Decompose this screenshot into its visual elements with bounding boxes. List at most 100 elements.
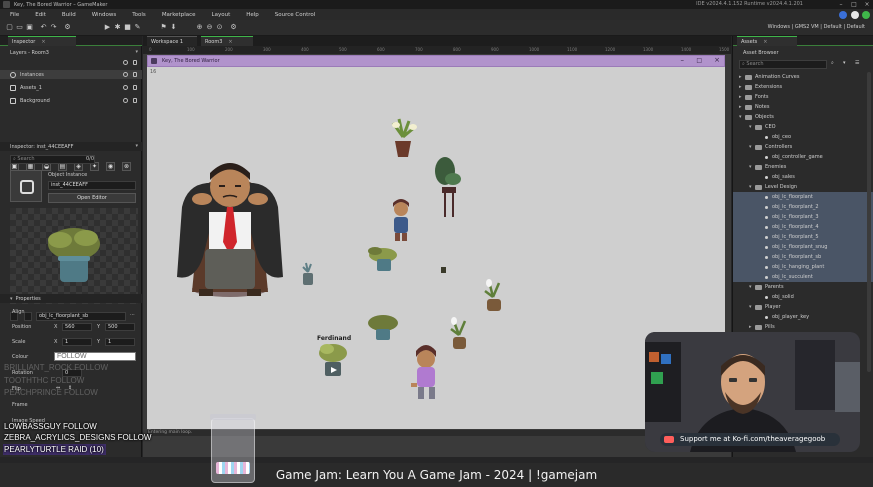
account-icon[interactable] [839,11,847,19]
notifications-icon[interactable] [851,11,859,19]
asset-object[interactable]: obj_lc_succulent [733,272,873,282]
sprite-name-field[interactable]: obj_lc_floorplant_sb [36,312,126,321]
position-y-input[interactable]: 500 [105,323,135,331]
create-exe-icon[interactable]: ⬇ [170,24,177,31]
run-icon[interactable]: ▶ [104,24,111,31]
filter-icon[interactable]: ⌕ [831,60,834,66]
open-project-icon[interactable]: ▭ [16,24,23,31]
tab-inspector[interactable]: Inspector × [8,36,76,46]
close-icon[interactable]: × [861,0,873,9]
asset-folder[interactable]: ▸ Fonts [733,92,873,102]
menu-icon[interactable]: ☰ [855,60,859,66]
lock-icon[interactable] [133,72,137,77]
build-icon[interactable]: ⚑ [160,24,167,31]
inspector-search-input[interactable]: ⌕ Search [10,155,95,164]
lock-icon[interactable] [133,59,137,65]
preferences-icon[interactable]: ⚙ [64,24,71,31]
eye-icon[interactable] [123,85,128,90]
menu-item-marketplace[interactable]: Marketplace [162,12,196,18]
menu-item-source-control[interactable]: Source Control [275,12,316,18]
menu-item-build[interactable]: Build [62,12,76,18]
asset-object[interactable]: obj_lc_hanging_plant [733,262,873,272]
zoom-reset-icon[interactable]: ⊙ [216,24,223,31]
close-tab-icon[interactable]: × [41,39,45,45]
asset-folder[interactable]: ▾ Player [733,302,873,312]
position-x-input[interactable]: 560 [62,323,92,331]
layer-row[interactable]: Background [0,96,142,105]
save-icon[interactable]: ▣ [26,24,33,31]
chevron-down-icon[interactable]: ▾ [135,49,138,55]
menu-item-layout[interactable]: Layout [212,12,231,18]
asset-folder[interactable]: ▸ Pills [733,322,873,332]
lock-icon[interactable] [133,85,137,90]
zoom-out-icon[interactable]: ⊖ [206,24,213,31]
asset-folder[interactable]: ▾ Controllers [733,142,873,152]
asset-object[interactable]: obj_controller_game [733,152,873,162]
properties-header[interactable]: ▾ Properties [0,294,142,303]
layer-row[interactable]: Assets_1 [0,83,142,92]
game-close-icon[interactable]: × [714,56,720,64]
debug-icon[interactable]: ✱ [114,24,121,31]
maximize-icon[interactable]: □ [848,0,860,9]
tab-room3[interactable]: Room3 × [201,36,253,46]
sprite-link-icon[interactable] [24,312,32,321]
asset-object[interactable]: obj_lc_floorplant_4 [733,222,873,232]
layer-row[interactable]: Instances [0,70,142,79]
scale-y-input[interactable]: 1 [105,338,135,346]
filter-tool-icon[interactable]: ◉ [106,162,115,171]
zoom-in-icon[interactable]: ⊕ [196,24,203,31]
asset-folder[interactable]: ▾ Objects [733,112,873,122]
asset-object[interactable]: obj_sales [733,172,873,182]
scale-x-input[interactable]: 1 [62,338,92,346]
undo-icon[interactable]: ↶ [40,24,47,31]
open-editor-button[interactable]: Open Editor [48,193,136,203]
menu-item-windows[interactable]: Windows [92,12,117,18]
game-window-titlebar[interactable]: Key, The Bored Warrior – □ × [147,55,725,67]
instance-name-field[interactable]: inst_44CEEAFF [48,181,136,190]
game-maximize-icon[interactable]: □ [696,57,702,64]
eye-icon[interactable] [123,98,128,103]
chevron-down-icon[interactable]: ▾ [135,143,138,149]
sort-icon[interactable]: ▾ [843,60,846,66]
clean-icon[interactable]: ✎ [134,24,141,31]
asset-object[interactable]: obj_lc_floorplant [733,192,873,202]
delete-layer-icon[interactable]: ⊗ [122,162,131,171]
vertical-scrollbar[interactable] [867,72,871,372]
asset-object[interactable]: obj_lc_floorplant_sb [733,252,873,262]
close-tab-icon[interactable]: × [763,39,767,45]
minimize-icon[interactable]: – [835,0,847,9]
menu-item-edit[interactable]: Edit [35,12,46,18]
game-minimize-icon[interactable]: – [681,56,685,64]
new-project-icon[interactable]: ▢ [6,24,13,31]
asset-folder[interactable]: ▸ Animation Curves [733,72,873,82]
menu-item-help[interactable]: Help [246,12,259,18]
asset-search-input[interactable]: ⌕ Search [739,60,827,69]
asset-object[interactable]: obj_ceo [733,132,873,142]
asset-folder[interactable]: ▾ Enemies [733,162,873,172]
tab-assets[interactable]: Assets × [737,36,797,46]
asset-object[interactable]: obj_lc_floorplant_5 [733,232,873,242]
asset-object[interactable]: obj_player_key [733,312,873,322]
asset-object[interactable]: obj_lc_floorplant_3 [733,212,873,222]
menu-item-file[interactable]: File [10,12,19,18]
target-selector[interactable]: Windows | GMS2 VM | Default | Default [768,24,865,30]
asset-object[interactable]: obj_lc_floorplant_snug [733,242,873,252]
asset-folder[interactable]: ▾ Level Design [733,182,873,192]
asset-folder[interactable]: ▾ Parents [733,282,873,292]
tab-workspace[interactable]: Workspace 1 [147,36,197,46]
asset-folder[interactable]: ▸ Extensions [733,82,873,92]
colour-swatch[interactable]: FOLLOW [54,352,136,361]
game-canvas[interactable]: 16 Ferdinand [147,67,725,429]
menu-item-tools[interactable]: Tools [132,12,146,18]
close-tab-icon[interactable]: × [228,39,232,45]
asset-folder[interactable]: ▸ Notes [733,102,873,112]
asset-object[interactable]: obj_solid [733,292,873,302]
redo-icon[interactable]: ↷ [50,24,57,31]
lock-icon[interactable] [133,98,137,103]
stop-icon[interactable]: ■ [124,24,131,31]
eye-icon[interactable] [123,72,128,77]
asset-folder[interactable]: ▾ CEO [733,122,873,132]
eye-icon[interactable] [123,59,128,65]
game-options-icon[interactable]: ⚙ [230,24,237,31]
sprite-menu-icon[interactable]: ⋯ [130,312,135,318]
